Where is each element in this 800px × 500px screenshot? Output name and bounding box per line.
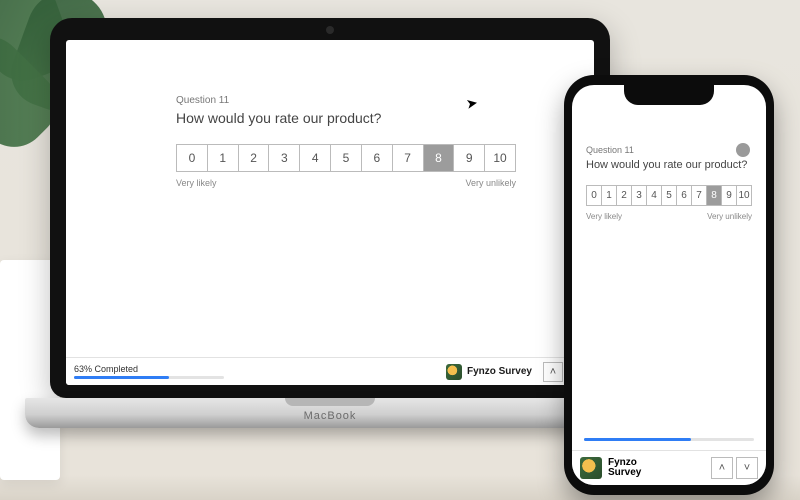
rating-option-0[interactable]: 0 <box>177 145 208 171</box>
laptop-brand-label: MacBook <box>304 410 357 422</box>
laptop-device: Question 11 How would you rate our produ… <box>50 18 610 438</box>
rating-option-6[interactable]: 6 <box>362 145 393 171</box>
rating-option-1[interactable]: 1 <box>208 145 239 171</box>
rating-option-5[interactable]: 5 <box>331 145 362 171</box>
chevron-up-icon: ˄ <box>719 462 725 474</box>
rating-option-3[interactable]: 3 <box>632 186 647 205</box>
laptop-base: MacBook <box>25 398 635 428</box>
rating-option-8[interactable]: 8 <box>424 145 455 171</box>
progress-fill <box>584 438 691 441</box>
brand-logo-icon <box>446 364 462 380</box>
question-title: How would you rate our product? <box>176 110 516 126</box>
laptop-screen: Question 11 How would you rate our produ… <box>66 40 594 385</box>
rating-min-label: Very likely <box>586 212 622 221</box>
survey-question-block: Question 11 How would you rate our produ… <box>176 95 516 188</box>
progress-fill <box>74 376 169 379</box>
rating-option-8[interactable]: 8 <box>707 186 722 205</box>
rating-option-7[interactable]: 7 <box>692 186 707 205</box>
brand-name: Fynzo Survey <box>467 366 532 377</box>
phone-device: Question 11 How would you rate our produ… <box>564 75 774 495</box>
rating-option-10[interactable]: 10 <box>485 145 515 171</box>
rating-option-1[interactable]: 1 <box>602 186 617 205</box>
rating-max-label: Very unlikely <box>465 178 516 188</box>
rating-option-9[interactable]: 9 <box>722 186 737 205</box>
next-question-button[interactable]: ˅ <box>736 457 758 479</box>
phone-notch-icon <box>624 85 714 105</box>
laptop-camera-icon <box>326 26 334 34</box>
rating-option-9[interactable]: 9 <box>454 145 485 171</box>
survey-footer: Fynzo Survey ˄ ˅ <box>572 450 766 485</box>
survey-footer: 63% Completed Fynzo Survey ˄ ˅ <box>66 357 594 385</box>
prev-question-button[interactable]: ˄ <box>711 457 733 479</box>
prev-question-button[interactable]: ˄ <box>543 362 563 382</box>
progress-text: 63% Completed <box>74 364 138 374</box>
rating-option-2[interactable]: 2 <box>239 145 270 171</box>
progress-block: 63% Completed <box>74 364 224 379</box>
mouse-cursor-icon: ➤ <box>465 94 480 113</box>
question-kicker: Question 11 <box>586 145 752 155</box>
rating-option-4[interactable]: 4 <box>647 186 662 205</box>
rating-option-10[interactable]: 10 <box>737 186 751 205</box>
survey-question-block: Question 11 How would you rate our produ… <box>586 145 752 221</box>
phone-screen: Question 11 How would you rate our produ… <box>572 85 766 485</box>
progress-bar <box>74 376 224 379</box>
rating-option-0[interactable]: 0 <box>587 186 602 205</box>
rating-option-4[interactable]: 4 <box>300 145 331 171</box>
rating-option-6[interactable]: 6 <box>677 186 692 205</box>
brand-name[interactable]: Fynzo Survey <box>608 458 641 479</box>
rating-option-7[interactable]: 7 <box>393 145 424 171</box>
rating-scale: 012345678910 <box>586 185 752 206</box>
chevron-up-icon: ˄ <box>550 366 556 378</box>
rating-scale: 012345678910 <box>176 144 516 172</box>
rating-max-label: Very unlikely <box>707 212 752 221</box>
rating-option-3[interactable]: 3 <box>269 145 300 171</box>
rating-min-label: Very likely <box>176 178 217 188</box>
progress-bar <box>584 438 754 441</box>
rating-option-2[interactable]: 2 <box>617 186 632 205</box>
question-title: How would you rate our product? <box>586 159 752 171</box>
brand-chip[interactable]: Fynzo Survey <box>446 364 532 380</box>
brand-logo-icon <box>580 457 602 479</box>
chevron-down-icon: ˅ <box>744 462 750 474</box>
rating-option-5[interactable]: 5 <box>662 186 677 205</box>
